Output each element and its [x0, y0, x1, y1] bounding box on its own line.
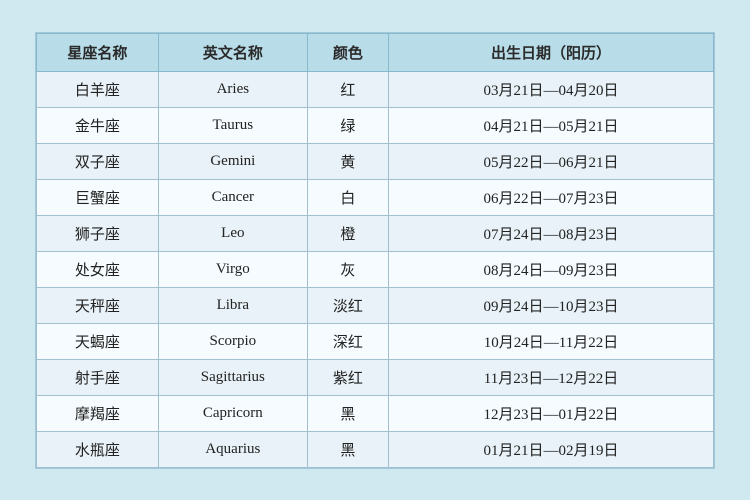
cell-chinese: 金牛座: [37, 107, 159, 143]
table-row: 白羊座Aries红03月21日—04月20日: [37, 71, 714, 107]
table-row: 处女座Virgo灰08月24日—09月23日: [37, 251, 714, 287]
cell-english: Capricorn: [158, 395, 307, 431]
cell-color: 深红: [307, 323, 388, 359]
table-row: 摩羯座Capricorn黑12月23日—01月22日: [37, 395, 714, 431]
table-row: 金牛座Taurus绿04月21日—05月21日: [37, 107, 714, 143]
cell-date: 09月24日—10月23日: [389, 287, 714, 323]
cell-color: 淡红: [307, 287, 388, 323]
cell-color: 绿: [307, 107, 388, 143]
cell-chinese: 双子座: [37, 143, 159, 179]
cell-date: 07月24日—08月23日: [389, 215, 714, 251]
table-row: 狮子座Leo橙07月24日—08月23日: [37, 215, 714, 251]
zodiac-table: 星座名称 英文名称 颜色 出生日期（阳历） 白羊座Aries红03月21日—04…: [36, 33, 714, 468]
cell-chinese: 白羊座: [37, 71, 159, 107]
cell-date: 03月21日—04月20日: [389, 71, 714, 107]
table-row: 天秤座Libra淡红09月24日—10月23日: [37, 287, 714, 323]
cell-english: Aquarius: [158, 431, 307, 467]
cell-color: 橙: [307, 215, 388, 251]
cell-color: 黄: [307, 143, 388, 179]
header-date: 出生日期（阳历）: [389, 33, 714, 71]
cell-date: 05月22日—06月21日: [389, 143, 714, 179]
cell-english: Sagittarius: [158, 359, 307, 395]
cell-color: 紫红: [307, 359, 388, 395]
table-row: 射手座Sagittarius紫红11月23日—12月22日: [37, 359, 714, 395]
table-body: 白羊座Aries红03月21日—04月20日金牛座Taurus绿04月21日—0…: [37, 71, 714, 467]
cell-chinese: 巨蟹座: [37, 179, 159, 215]
cell-chinese: 天蝎座: [37, 323, 159, 359]
table-row: 天蝎座Scorpio深红10月24日—11月22日: [37, 323, 714, 359]
cell-date: 10月24日—11月22日: [389, 323, 714, 359]
cell-color: 白: [307, 179, 388, 215]
cell-english: Taurus: [158, 107, 307, 143]
cell-english: Virgo: [158, 251, 307, 287]
table-row: 水瓶座Aquarius黑01月21日—02月19日: [37, 431, 714, 467]
cell-date: 08月24日—09月23日: [389, 251, 714, 287]
table-header-row: 星座名称 英文名称 颜色 出生日期（阳历）: [37, 33, 714, 71]
table-row: 巨蟹座Cancer白06月22日—07月23日: [37, 179, 714, 215]
cell-date: 06月22日—07月23日: [389, 179, 714, 215]
cell-date: 01月21日—02月19日: [389, 431, 714, 467]
cell-english: Libra: [158, 287, 307, 323]
zodiac-table-container: 星座名称 英文名称 颜色 出生日期（阳历） 白羊座Aries红03月21日—04…: [35, 32, 715, 469]
cell-color: 黑: [307, 395, 388, 431]
header-color: 颜色: [307, 33, 388, 71]
cell-date: 12月23日—01月22日: [389, 395, 714, 431]
cell-color: 黑: [307, 431, 388, 467]
cell-english: Aries: [158, 71, 307, 107]
cell-chinese: 水瓶座: [37, 431, 159, 467]
header-chinese: 星座名称: [37, 33, 159, 71]
cell-english: Gemini: [158, 143, 307, 179]
cell-chinese: 摩羯座: [37, 395, 159, 431]
cell-date: 04月21日—05月21日: [389, 107, 714, 143]
cell-chinese: 天秤座: [37, 287, 159, 323]
cell-date: 11月23日—12月22日: [389, 359, 714, 395]
header-english: 英文名称: [158, 33, 307, 71]
cell-english: Scorpio: [158, 323, 307, 359]
cell-chinese: 处女座: [37, 251, 159, 287]
cell-chinese: 射手座: [37, 359, 159, 395]
table-row: 双子座Gemini黄05月22日—06月21日: [37, 143, 714, 179]
cell-color: 红: [307, 71, 388, 107]
cell-english: Cancer: [158, 179, 307, 215]
cell-color: 灰: [307, 251, 388, 287]
cell-english: Leo: [158, 215, 307, 251]
cell-chinese: 狮子座: [37, 215, 159, 251]
